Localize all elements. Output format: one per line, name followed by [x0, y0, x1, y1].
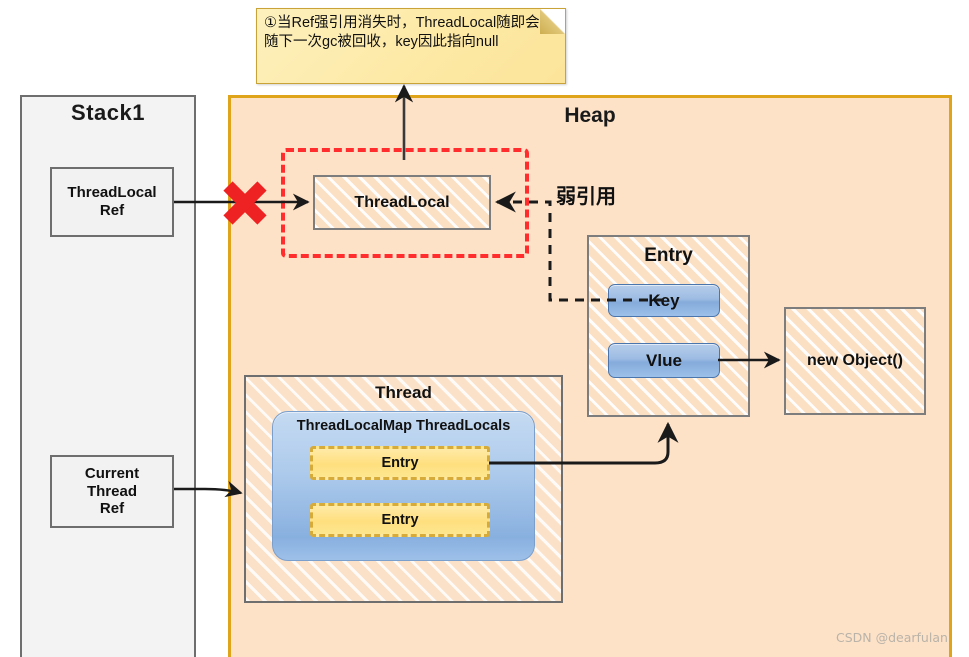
map-entry-1-label: Entry: [381, 455, 419, 471]
threadlocal-ref-line2: Ref: [99, 202, 125, 219]
current-thread-ref-box[interactable]: Current Thread Ref: [50, 455, 174, 528]
threadlocal-ref-box[interactable]: ThreadLocal Ref: [50, 167, 174, 237]
threadlocal-object-box[interactable]: ThreadLocal: [313, 175, 491, 230]
entry-key-label: Key: [648, 290, 680, 310]
entry-key-field[interactable]: Key: [608, 284, 720, 317]
heap-entry-title: Entry: [644, 245, 693, 266]
current-thread-ref-line1: Current: [84, 464, 140, 482]
new-object-label: new Object(): [806, 352, 903, 369]
current-thread-ref-line2: Thread: [86, 482, 137, 500]
thread-title: Thread: [375, 383, 432, 402]
threadlocalmap-title: ThreadLocalMap ThreadLocals: [296, 418, 511, 434]
entry-value-field[interactable]: Vlue: [608, 343, 720, 378]
threadlocal-object-label: ThreadLocal: [354, 193, 450, 211]
map-entry-1[interactable]: Entry: [310, 446, 490, 480]
map-entry-2[interactable]: Entry: [310, 503, 490, 537]
entry-value-label: Vlue: [646, 350, 682, 370]
annotation-note-text: ①当Ref强引用消失时，ThreadLocal随即会跟随下一次gc被回收，key…: [264, 15, 555, 50]
weak-reference-label: 弱引用: [556, 186, 616, 208]
heap-title: Heap: [564, 104, 616, 127]
watermark: CSDN @dearfulan: [836, 630, 948, 645]
note-folded-corner-icon: [540, 8, 566, 34]
current-thread-ref-line3: Ref: [99, 500, 125, 518]
threadlocal-ref-line1: ThreadLocal: [67, 184, 157, 202]
annotation-note: ①当Ref强引用消失时，ThreadLocal随即会跟随下一次gc被回收，key…: [256, 8, 566, 84]
stack1-title: Stack1: [71, 100, 145, 125]
map-entry-2-label: Entry: [381, 512, 419, 528]
new-object-box[interactable]: new Object(): [784, 307, 926, 415]
